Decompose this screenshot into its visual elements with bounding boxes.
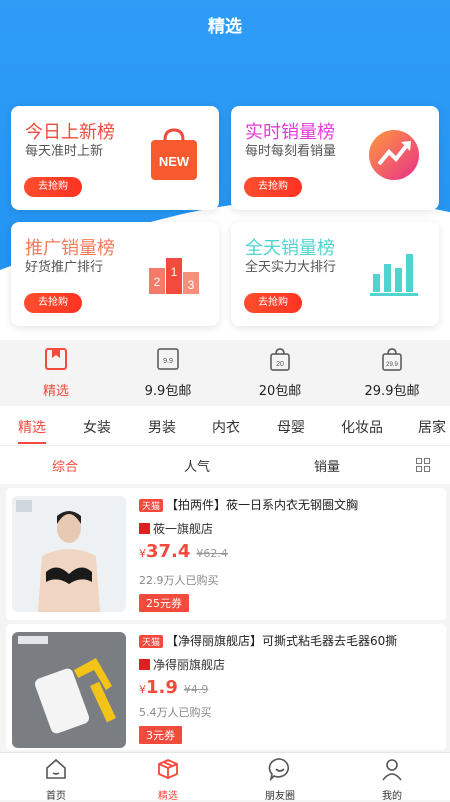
category-label: 精选 bbox=[42, 384, 69, 399]
product-price: ¥37.4 ¥62.4 bbox=[139, 541, 228, 562]
svg-text:1: 1 bbox=[171, 265, 178, 279]
card-allday-sales[interactable]: 全天销量榜 全天实力大排行 去抢购 bbox=[231, 222, 439, 326]
price-29-9-icon: 29.9 bbox=[382, 348, 402, 371]
svg-text:2: 2 bbox=[154, 275, 161, 289]
coupon-badge[interactable]: 25元券 bbox=[139, 594, 189, 612]
home-icon bbox=[46, 758, 66, 779]
svg-text:29.9: 29.9 bbox=[386, 362, 398, 368]
tmall-badge: 天猫 bbox=[139, 499, 164, 512]
new-bag-icon: NEW bbox=[151, 128, 197, 180]
original-price: ¥62.4 bbox=[196, 547, 228, 560]
tab-men[interactable]: 男装 bbox=[148, 417, 176, 437]
coupon-badge[interactable]: 3元券 bbox=[139, 726, 182, 744]
chat-bubble-icon bbox=[268, 758, 290, 782]
product-name: 天猫 【拍两件】莜一日系内衣无钢圈文胸 bbox=[139, 496, 439, 513]
box-icon bbox=[158, 759, 178, 779]
nav-me[interactable]: 我的 bbox=[336, 757, 448, 802]
bottom-nav: 首页 精选 朋友圈 我的 bbox=[0, 752, 450, 802]
card-subtitle: 每天准时上新 bbox=[25, 144, 104, 159]
category-label: 20包邮 bbox=[258, 384, 302, 399]
product-image-lint-roller bbox=[12, 632, 126, 748]
svg-text:NEW: NEW bbox=[159, 154, 190, 169]
nav-featured[interactable]: 精选 bbox=[112, 757, 224, 802]
bar-chart-icon bbox=[370, 254, 418, 296]
price-9-9-icon: 9.9 bbox=[157, 348, 179, 370]
card-buy-button[interactable]: 去抢购 bbox=[244, 177, 302, 197]
person-icon bbox=[382, 759, 402, 781]
card-promotion-sales[interactable]: 推广销量榜 好货推广排行 去抢购 2 1 3 bbox=[11, 222, 219, 326]
tab-underline bbox=[18, 442, 46, 444]
tab-baby[interactable]: 母婴 bbox=[277, 417, 305, 437]
category-29-9[interactable]: 29.9 29.9包邮 bbox=[336, 340, 448, 399]
page-title: 精选 bbox=[208, 17, 242, 37]
trend-up-icon bbox=[369, 130, 419, 180]
featured-icon bbox=[45, 348, 67, 370]
card-buy-button[interactable]: 去抢购 bbox=[24, 177, 82, 197]
category-label: 9.9包邮 bbox=[144, 384, 192, 399]
sold-count: 22.9万人已购买 bbox=[139, 574, 219, 587]
category-label: 29.9包邮 bbox=[364, 384, 420, 399]
category-featured[interactable]: 精选 bbox=[0, 340, 112, 399]
sold-count: 5.4万人已购买 bbox=[139, 706, 212, 719]
product-image-bra bbox=[12, 496, 126, 612]
category-9-9[interactable]: 9.9 9.9包邮 bbox=[112, 340, 224, 399]
card-subtitle: 全天实力大排行 bbox=[245, 260, 337, 275]
shop-icon bbox=[139, 523, 150, 534]
price-20-icon: 20 bbox=[270, 348, 290, 371]
category-tabs: 精选 女装 男装 内衣 母婴 化妆品 居家 bbox=[0, 406, 450, 446]
shop-icon bbox=[139, 659, 150, 670]
card-new-arrivals[interactable]: 今日上新榜 每天准时上新 去抢购 NEW bbox=[11, 106, 219, 210]
category-20[interactable]: 20 20包邮 bbox=[224, 340, 336, 399]
original-price: ¥4.9 bbox=[183, 683, 209, 696]
sort-bar: 综合 人气 销量 bbox=[0, 446, 450, 484]
sort-popularity[interactable]: 人气 bbox=[184, 456, 210, 475]
card-buy-button[interactable]: 去抢购 bbox=[244, 293, 302, 313]
product-price: ¥1.9 ¥4.9 bbox=[139, 677, 209, 698]
sort-comprehensive[interactable]: 综合 bbox=[52, 456, 78, 475]
podium-icon: 2 1 3 bbox=[149, 258, 199, 294]
svg-text:9.9: 9.9 bbox=[163, 358, 173, 365]
product-name: 天猫 【净得丽旗舰店】可撕式粘毛器去毛器60撕 bbox=[139, 632, 439, 649]
tab-featured[interactable]: 精选 bbox=[18, 417, 46, 437]
tmall-badge: 天猫 bbox=[139, 635, 164, 648]
tab-cosmetics[interactable]: 化妆品 bbox=[341, 417, 383, 437]
product-card[interactable]: 天猫 【净得丽旗舰店】可撕式粘毛器去毛器60撕 净得丽旗舰店 ¥1.9 ¥4.9 5… bbox=[6, 624, 446, 750]
sort-sales[interactable]: 销量 bbox=[314, 456, 340, 475]
tab-underwear[interactable]: 内衣 bbox=[212, 417, 240, 437]
card-buy-button[interactable]: 去抢购 bbox=[24, 293, 82, 313]
grid-view-icon[interactable] bbox=[416, 458, 430, 472]
svg-text:20: 20 bbox=[276, 361, 284, 368]
card-realtime-sales[interactable]: 实时销量榜 每时每刻看销量 去抢购 bbox=[231, 106, 439, 210]
category-row: 精选 9.9 9.9包邮 20 20包邮 29.9 29.9包邮 bbox=[0, 340, 450, 406]
shop-name[interactable]: 莜一旗舰店 bbox=[139, 520, 213, 537]
product-card[interactable]: 天猫 【拍两件】莜一日系内衣无钢圈文胸 莜一旗舰店 ¥37.4 ¥62.4 22.9… bbox=[6, 488, 446, 620]
tab-home[interactable]: 居家 bbox=[418, 417, 446, 437]
tab-women[interactable]: 女装 bbox=[83, 417, 111, 437]
shop-name[interactable]: 净得丽旗舰店 bbox=[139, 656, 225, 673]
card-subtitle: 好货推广排行 bbox=[25, 260, 104, 275]
nav-home[interactable]: 首页 bbox=[0, 757, 112, 802]
card-subtitle: 每时每刻看销量 bbox=[245, 144, 337, 159]
nav-moments[interactable]: 朋友圈 bbox=[224, 757, 336, 802]
svg-text:3: 3 bbox=[188, 278, 195, 292]
